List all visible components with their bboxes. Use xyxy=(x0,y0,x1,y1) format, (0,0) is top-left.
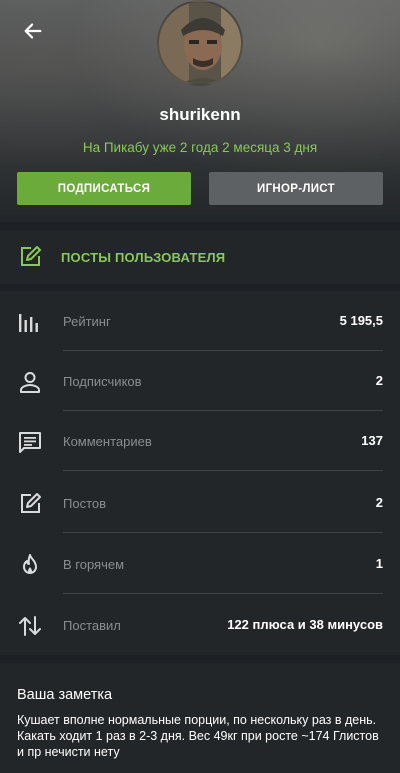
divider xyxy=(63,532,383,533)
bar-chart-icon xyxy=(17,309,43,335)
arrow-left-icon xyxy=(24,23,42,39)
edit-icon xyxy=(17,491,43,517)
user-posts-link[interactable]: ПОСТЫ ПОЛЬЗОВАТЕЛЯ xyxy=(0,230,400,284)
stat-label: В горячем xyxy=(63,557,125,572)
back-button[interactable] xyxy=(16,14,50,48)
stat-value: 5 195,5 xyxy=(339,313,383,328)
stat-label: Рейтинг xyxy=(63,314,111,329)
stat-value: 137 xyxy=(361,433,383,448)
up-down-arrows-icon xyxy=(17,613,43,639)
avatar-image xyxy=(159,2,241,84)
user-note[interactable]: Ваша заметка Кушает вполне нормальные по… xyxy=(0,663,400,773)
member-since-text: На Пикабу уже 2 года 2 месяца 3 дня xyxy=(82,140,318,155)
fire-icon xyxy=(17,552,43,578)
divider xyxy=(63,593,383,594)
stat-subscribers[interactable]: Подписчиков 2 xyxy=(0,351,400,411)
stat-comments[interactable]: Комментариев 137 xyxy=(0,411,400,471)
note-text: Кушает вполне нормальные порции, по неск… xyxy=(17,713,379,759)
stat-posts[interactable]: Постов 2 xyxy=(0,473,400,533)
stat-label: Комментариев xyxy=(63,434,152,449)
stat-value: 2 xyxy=(375,373,383,388)
divider xyxy=(63,470,383,471)
stat-value: 2 xyxy=(375,495,383,510)
stat-hot[interactable]: В горячем 1 xyxy=(0,534,400,594)
subscribe-button[interactable]: ПОДПИСАТЬСЯ xyxy=(17,172,191,205)
stat-value: 1 xyxy=(375,556,383,571)
avatar[interactable] xyxy=(157,0,243,86)
user-stats-list: Рейтинг 5 195,5 Подписчиков 2 Комментари… xyxy=(0,291,400,655)
stat-votes-given: Поставил 122 плюса и 38 минусов xyxy=(0,595,400,655)
ignore-list-button[interactable]: ИГНОР-ЛИСТ xyxy=(209,172,383,205)
note-title: Ваша заметка xyxy=(17,687,113,703)
stat-value: 122 плюса и 38 минусов xyxy=(227,617,383,632)
edit-icon xyxy=(21,246,41,266)
user-posts-label: ПОСТЫ ПОЛЬЗОВАТЕЛЯ xyxy=(61,250,226,265)
username: shurikenn xyxy=(159,105,241,124)
stat-label: Поставил xyxy=(63,618,121,633)
stat-rating: Рейтинг 5 195,5 xyxy=(0,291,400,351)
stat-label: Подписчиков xyxy=(63,374,142,389)
stat-label: Постов xyxy=(63,496,107,511)
comment-icon xyxy=(17,429,43,455)
profile-header: shurikenn На Пикабу уже 2 года 2 месяца … xyxy=(0,0,400,222)
person-icon xyxy=(17,369,43,395)
